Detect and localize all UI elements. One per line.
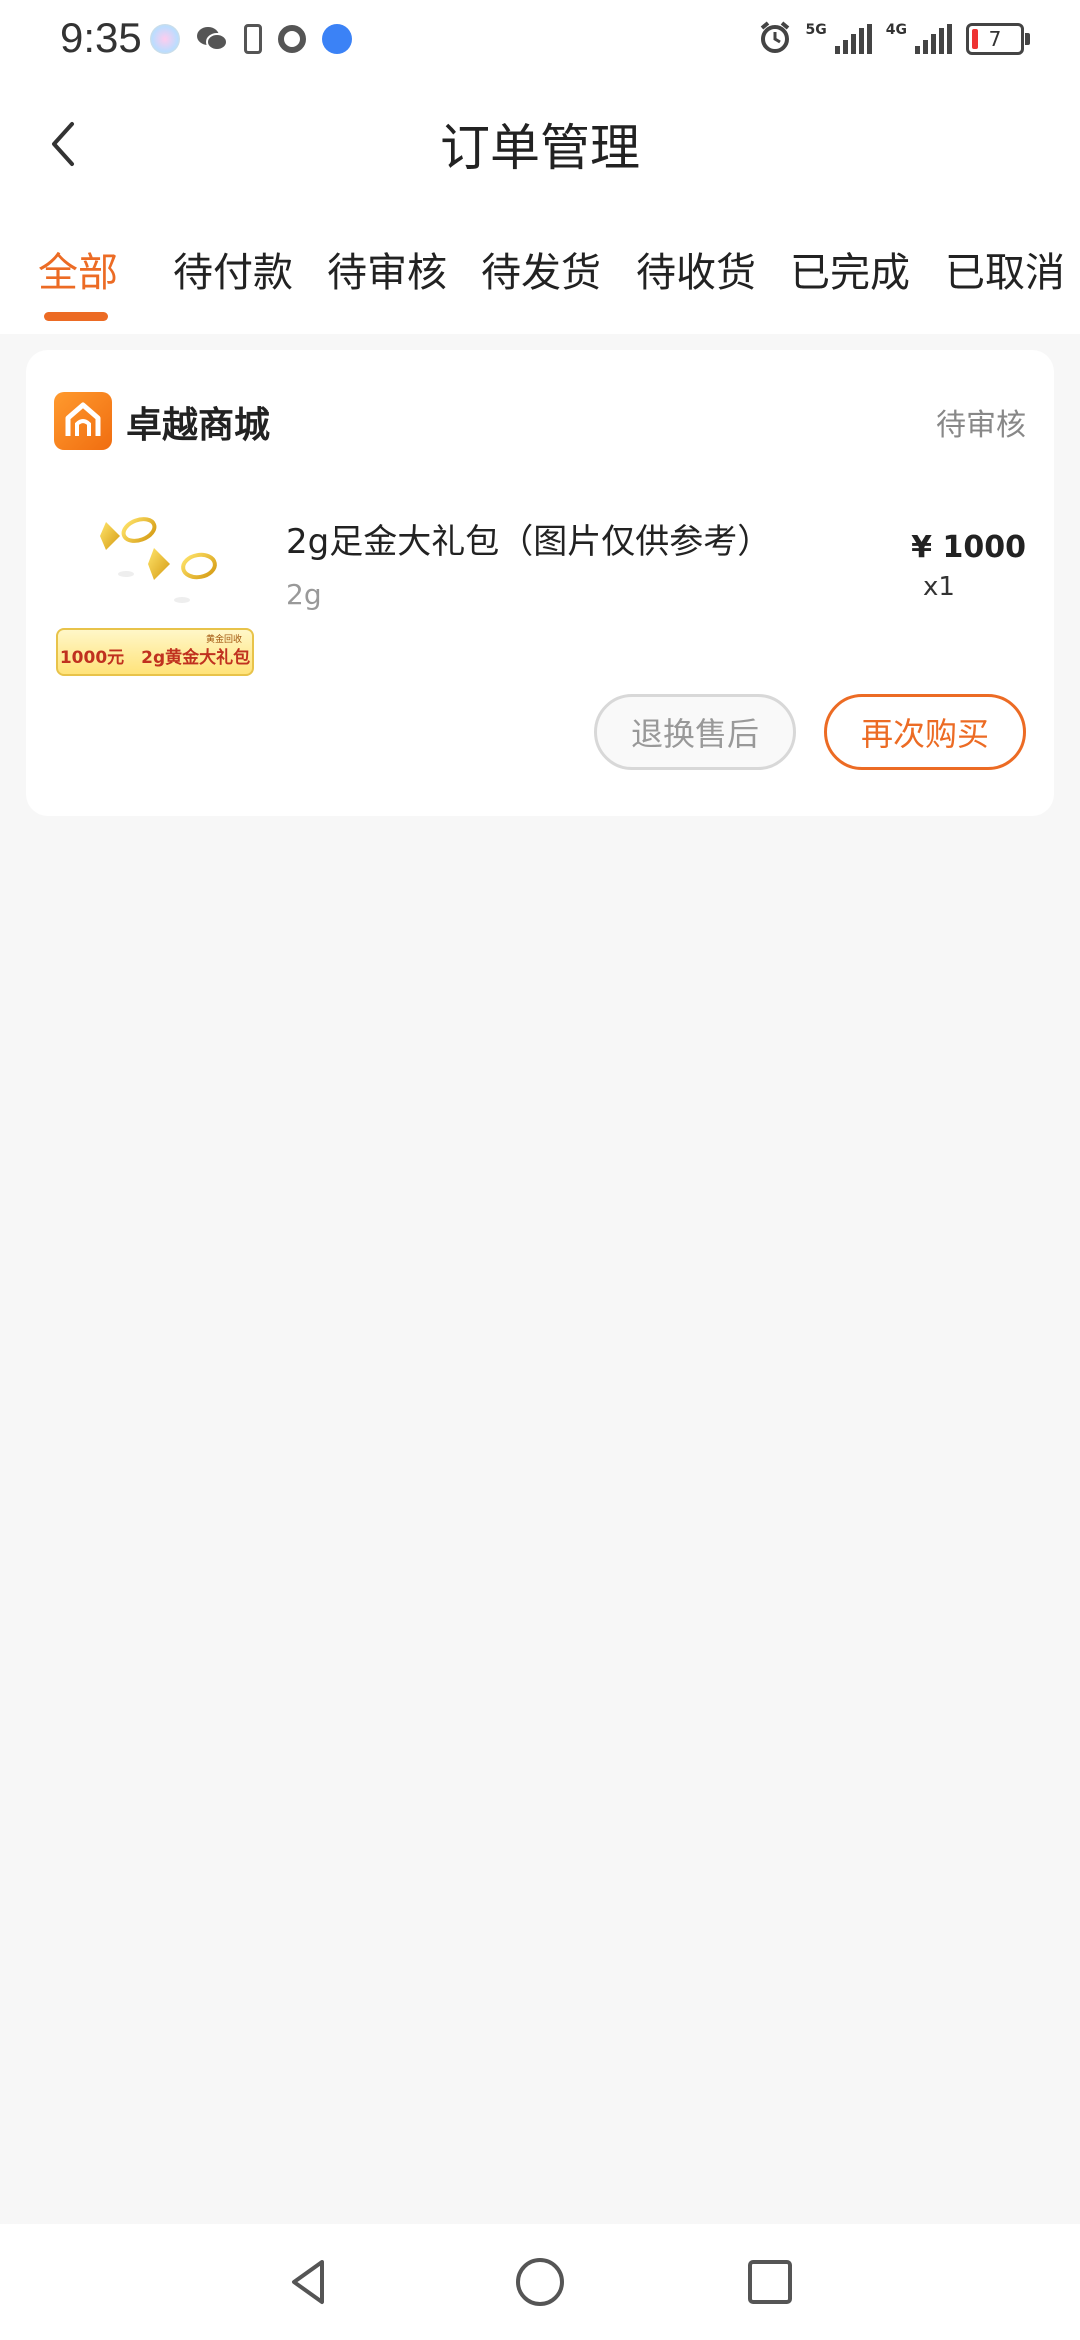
system-nav-bar xyxy=(0,2224,1080,2340)
product-quantity: x1 xyxy=(923,572,955,602)
image-caption: 1000元 2g黄金大礼包 xyxy=(59,648,251,668)
order-tabs: 全部 待付款 待审核 待发货 待收货 已完成 已取消 xyxy=(0,210,1080,334)
tab-pending-receipt[interactable]: 待收货 xyxy=(636,240,756,298)
tab-cancelled[interactable]: 已取消 xyxy=(945,240,1065,298)
back-triangle-icon[interactable] xyxy=(282,2254,338,2310)
image-tag: 黄金回收 xyxy=(205,635,242,645)
house-icon xyxy=(65,402,101,436)
app-icon xyxy=(150,24,180,54)
signal-icon xyxy=(834,24,872,54)
status-bar: 9:35 5G 4G 7 xyxy=(0,0,1080,80)
network-type-1: 5G xyxy=(805,22,827,38)
product-title[interactable]: 2g足金大礼包（图片仅供参考） xyxy=(286,514,771,563)
app-header: 订单管理 xyxy=(0,80,1080,210)
recents-square-icon[interactable] xyxy=(742,2254,798,2310)
page-title: 订单管理 xyxy=(440,119,640,177)
tab-completed[interactable]: 已完成 xyxy=(790,240,910,298)
signal-icon xyxy=(915,24,952,54)
tab-pending-payment[interactable]: 待付款 xyxy=(173,240,293,298)
battery-level: 7 xyxy=(988,27,1002,51)
alarm-icon xyxy=(758,20,792,58)
shop-logo xyxy=(54,392,112,450)
system-status: 5G 4G 7 xyxy=(758,20,1030,58)
product-spec: 2g xyxy=(286,578,322,611)
tab-pending-shipment[interactable]: 待发货 xyxy=(481,240,601,298)
active-tab-indicator xyxy=(44,312,108,321)
product-price: ¥ 1000 xyxy=(911,530,1026,565)
product-image[interactable]: 黄金回收 1000元 2g黄金大礼包 xyxy=(54,478,256,680)
return-service-button[interactable]: 退换售后 xyxy=(594,694,796,770)
shop-name[interactable]: 卓越商城 xyxy=(126,396,270,448)
wechat-icon xyxy=(196,24,228,54)
buy-again-button[interactable]: 再次购买 xyxy=(824,694,1026,770)
browser-icon xyxy=(322,24,352,54)
tab-all[interactable]: 全部 xyxy=(38,240,118,298)
gold-rings-image xyxy=(100,517,217,603)
network-type-2: 4G xyxy=(885,22,907,38)
battery-icon: 7 xyxy=(966,23,1030,55)
order-card[interactable]: 卓越商城 待审核 黄金回收 1000元 2g黄金大礼包 2g足金大礼包（图片仅供… xyxy=(26,350,1054,816)
status-time: 9:35 xyxy=(60,14,142,61)
record-icon xyxy=(278,25,306,53)
image-banner: 黄金回收 1000元 2g黄金大礼包 xyxy=(56,628,254,676)
phone-icon xyxy=(244,24,262,54)
tab-pending-review[interactable]: 待审核 xyxy=(327,240,447,298)
order-status: 待审核 xyxy=(936,408,1026,443)
notification-icons xyxy=(150,24,352,54)
home-circle-icon[interactable] xyxy=(512,2254,568,2310)
